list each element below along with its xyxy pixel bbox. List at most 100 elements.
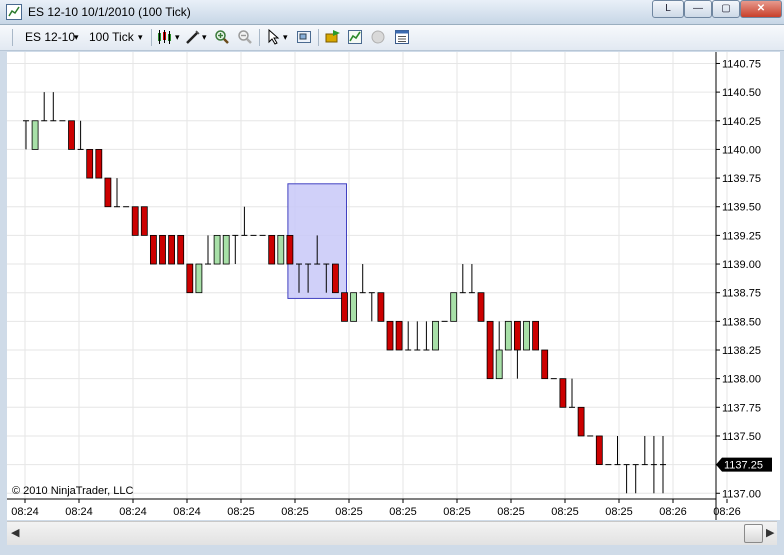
chart-style-dropdown-arrow[interactable]: ▾: [175, 32, 180, 43]
time-tick-label: 08:25: [389, 506, 417, 518]
app-chart-icon: [6, 4, 22, 20]
candle: [423, 321, 430, 351]
candle: [186, 263, 194, 294]
zoom-out-icon[interactable]: [237, 29, 253, 45]
candle-body: [31, 120, 39, 150]
candle-body: [559, 378, 567, 408]
candle: [68, 120, 75, 150]
candle: [222, 234, 230, 265]
candle-body: [513, 320, 521, 351]
indicators-icon[interactable]: [347, 29, 363, 45]
price-tick-label: 1140.50: [722, 87, 761, 99]
scroll-right-arrow[interactable]: ▶: [766, 526, 774, 539]
minimize-button[interactable]: —: [684, 0, 712, 18]
candle: [614, 435, 621, 466]
cursor-pointer-icon[interactable]: [266, 28, 282, 45]
candle: [241, 206, 248, 236]
instrument-dropdown-arrow[interactable]: ▾: [74, 32, 79, 43]
candle-body: [159, 234, 166, 265]
disabled-circle-icon[interactable]: [370, 29, 386, 45]
zoom-in-icon[interactable]: [214, 29, 230, 45]
time-tick-label: 08:25: [335, 506, 363, 518]
properties-icon[interactable]: [394, 29, 410, 45]
candle: [131, 206, 139, 236]
candle-body: [168, 234, 176, 265]
candle-body: [268, 234, 276, 265]
candle: [486, 320, 494, 380]
toolbar-grip: [12, 29, 13, 46]
price-tick-label: 1137.50: [722, 431, 761, 443]
candle-body: [495, 349, 503, 380]
candle: [177, 234, 185, 265]
chart-toolbar: ES 12-10 ▾ 100 Tick ▾ ▾ ▾ ▾: [0, 25, 784, 51]
close-button[interactable]: ✕: [740, 0, 782, 18]
price-tick-label: 1139.25: [722, 230, 761, 242]
candle: [414, 321, 421, 351]
candle: [386, 320, 394, 351]
candle: [450, 292, 458, 322]
candle: [268, 234, 276, 265]
price-axis: 1140.75 1140.50 1140.25 1140.00 1139.75 1139.…: [716, 58, 761, 500]
horizontal-scrollbar[interactable]: ◀ ▶: [7, 521, 777, 545]
candle: [477, 292, 485, 322]
current-price-label: 1137.25: [724, 460, 763, 472]
price-tick-label: 1139.75: [722, 173, 761, 185]
current-price-marker: 1137.25: [716, 457, 772, 472]
candle-body: [377, 292, 385, 322]
candle-body: [277, 234, 285, 265]
candle: [660, 435, 666, 494]
candle-body: [195, 263, 203, 294]
candle: [350, 292, 358, 322]
candle-body: [213, 234, 221, 265]
candle: [232, 234, 239, 265]
candle: [632, 464, 639, 494]
candle-body: [523, 320, 530, 351]
candle: [577, 406, 585, 437]
candlestick-chart[interactable]: 1140.75 1140.50 1140.25 1140.00 1139.75 1139.…: [7, 52, 780, 520]
strategies-icon[interactable]: [325, 29, 341, 45]
candle-body: [177, 234, 185, 265]
cursor-dropdown-arrow[interactable]: ▾: [283, 32, 288, 43]
data-box-icon[interactable]: [296, 29, 312, 45]
copyright-label: © 2010 NinjaTrader, LLC: [12, 485, 133, 497]
candle-body: [68, 120, 75, 150]
candle-body: [532, 320, 539, 351]
instrument-selector[interactable]: ES 12-10: [25, 30, 75, 44]
candle: [468, 264, 475, 294]
candle: [495, 321, 503, 380]
maximize-button[interactable]: ▢: [712, 0, 740, 18]
scroll-left-arrow[interactable]: ◀: [11, 526, 19, 539]
chart-grid: [7, 52, 728, 499]
drawing-tool-dropdown-arrow[interactable]: ▾: [202, 32, 207, 43]
price-tick-label: 1140.00: [722, 144, 761, 156]
time-tick-label: 08:25: [227, 506, 255, 518]
candle: [504, 320, 512, 351]
time-tick-label: 08:24: [119, 506, 147, 518]
chart-style-icon[interactable]: [156, 29, 172, 45]
time-axis: 08:24 08:24 08:24 08:24 08:25 08:25 08:25 08:25…: [11, 499, 741, 518]
interval-dropdown-arrow[interactable]: ▾: [138, 32, 143, 43]
candle-body: [450, 292, 458, 322]
candle: [50, 92, 57, 122]
link-l-button[interactable]: L: [652, 0, 684, 18]
candle: [104, 177, 112, 208]
time-tick-label: 08:25: [605, 506, 633, 518]
candle: [195, 263, 203, 294]
price-tick-label: 1138.75: [722, 288, 761, 300]
scrollbar-thumb[interactable]: [744, 524, 763, 543]
candle: [377, 292, 385, 322]
price-chart-panel[interactable]: 1140.75 1140.50 1140.25 1140.00 1139.75 1139.…: [7, 52, 780, 520]
title-bar[interactable]: ES 12-10 10/1/2010 (100 Tick) L — ▢ ✕: [0, 0, 784, 25]
candle: [595, 435, 603, 466]
candle: [149, 234, 157, 265]
candle: [532, 320, 539, 351]
interval-selector[interactable]: 100 Tick: [89, 30, 134, 44]
candle: [459, 264, 466, 294]
price-tick-label: 1140.75: [722, 58, 761, 70]
candle: [23, 120, 29, 150]
candle-body: [477, 292, 485, 322]
time-tick-label: 08:24: [11, 506, 39, 518]
candle-body: [131, 206, 139, 236]
drawing-tool-icon[interactable]: [185, 29, 201, 45]
candle: [359, 264, 366, 294]
